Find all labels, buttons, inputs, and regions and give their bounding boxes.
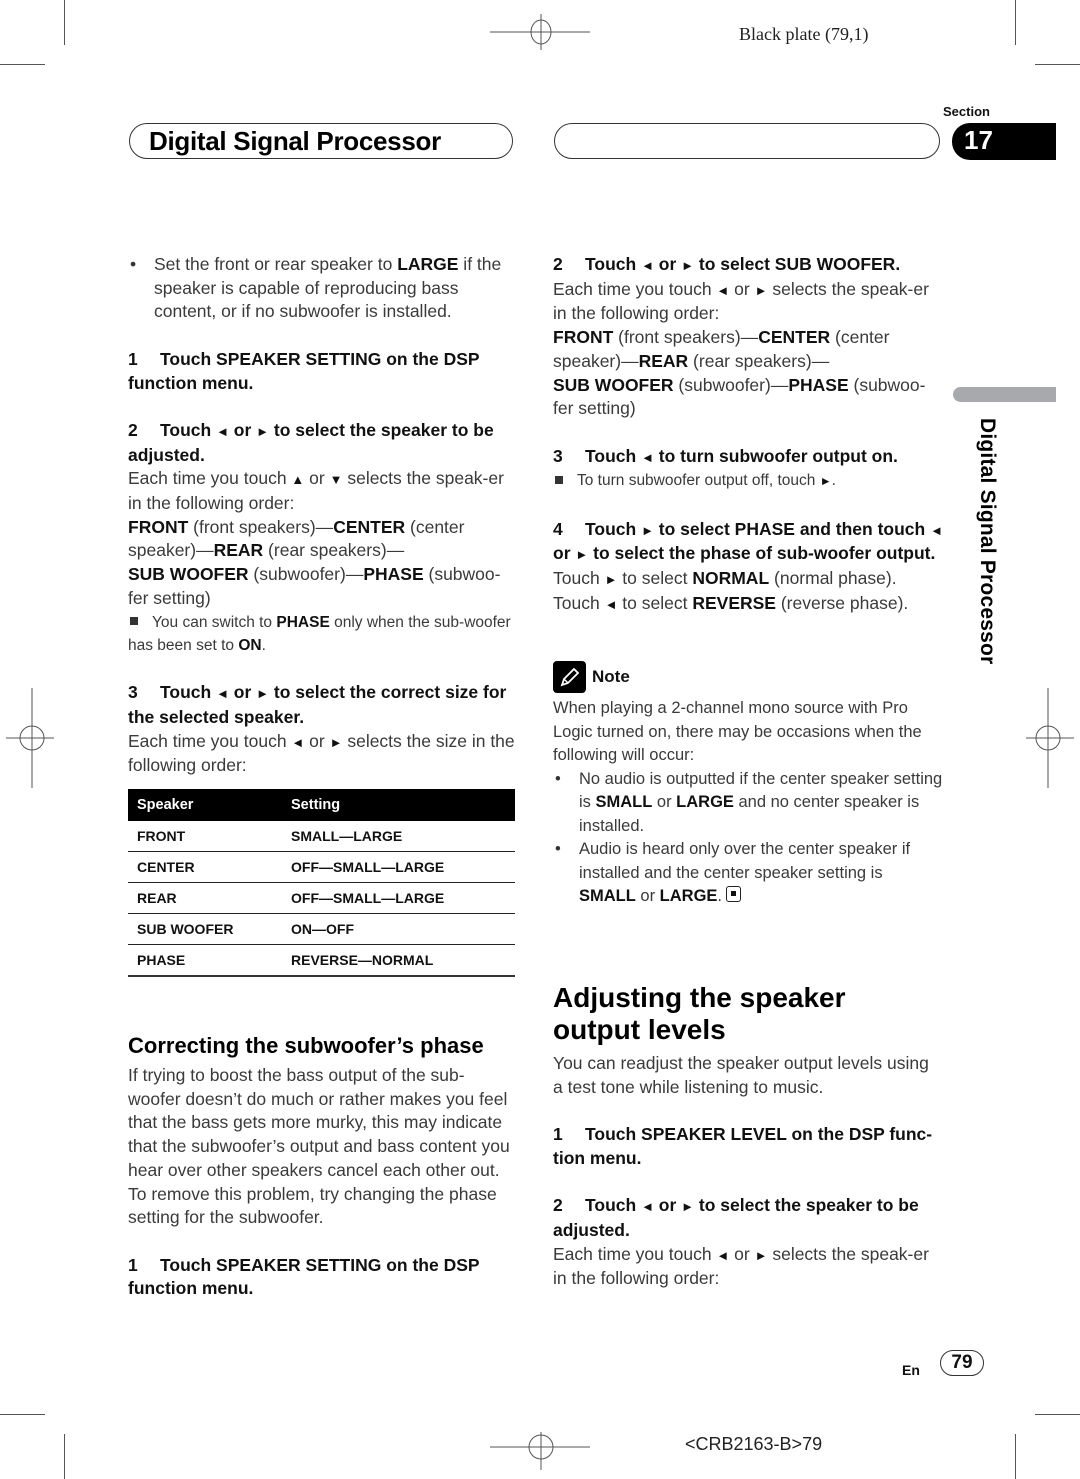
square-bullet-icon (555, 476, 563, 485)
registration-mark-left (6, 688, 54, 788)
note-bullet: Audio is heard only over the center spea… (553, 838, 943, 909)
r-step-4-normal: Touch ► to select NORMAL (normal phase). (553, 567, 897, 588)
left-arrow-icon: ◄ (216, 686, 229, 702)
job-code: <CRB2163-B>79 (685, 1434, 823, 1454)
table-row: CENTER OFF—SMALL—LARGE (128, 851, 515, 883)
column-header-speaker: Speaker (128, 789, 282, 821)
table-row: REAR OFF—SMALL—LARGE (128, 882, 515, 914)
note-bullet: No audio is outputted if the center spea… (553, 768, 943, 839)
left-arrow-icon: ◄ (716, 282, 730, 298)
left-arrow-icon: ◄ (930, 522, 943, 538)
r-speaker-order: FRONT (front speakers)—CENTER (center sp… (553, 327, 890, 371)
left-arrow-icon: ◄ (641, 449, 654, 465)
end-of-section-icon (726, 886, 742, 902)
table-row: FRONT SMALL—LARGE (128, 821, 515, 852)
r-step-3-note: To turn subwoofer output off, touch ►. (553, 469, 943, 494)
right-arrow-icon: ► (681, 1199, 695, 1215)
side-tab-title: Digital Signal Processor (976, 418, 999, 665)
right-arrow-icon: ► (256, 686, 270, 702)
left-arrow-icon: ◄ (604, 596, 618, 612)
crop-mark (1015, 1434, 1016, 1479)
section-number: 17 (964, 125, 993, 155)
phase-section-heading: Correcting the subwoofer’s phase (128, 1033, 484, 1058)
crop-mark (1035, 1414, 1080, 1415)
left-arrow-icon: ◄ (641, 258, 654, 273)
step-2-body: Each time you touch ▲ or ▼ selects the s… (128, 468, 504, 513)
right-arrow-icon: ► (256, 423, 270, 439)
right-arrow-icon: ► (754, 282, 768, 298)
chapter-title-box: Digital Signal Processor (129, 123, 513, 159)
r-step-4-reverse: Touch ◄ to select REVERSE (reverse phase… (553, 592, 909, 613)
intro-bullet: Set the front or rear speaker to LARGE i… (128, 253, 516, 324)
side-tab-bar (953, 387, 1056, 402)
note-header: Note (553, 661, 943, 693)
right-arrow-icon: ► (819, 474, 832, 489)
r-step-4-heading: 4 Touch ► to select PHASE and then touch … (553, 518, 943, 564)
up-arrow-icon: ▲ (291, 472, 305, 488)
phase-note: You can switch to PHASE only when the su… (128, 613, 511, 655)
step-3-body: Each time you touch ◄ or ► selects the s… (128, 730, 515, 776)
left-column: Set the front or rear speaker to LARGE i… (128, 253, 516, 778)
right-column: 2 Touch ◄ or ► to select SUB WOOFER. Each… (553, 253, 943, 616)
left-arrow-icon: ◄ (216, 423, 229, 439)
levels-section-heading: Adjusting the speaker output levels (553, 982, 846, 1045)
crop-mark (0, 64, 45, 65)
levels-step-1-heading: 1 Touch SPEAKER LEVEL on the DSP func-tio… (553, 1124, 933, 1168)
phase-section: Correcting the subwoofer’s phase If tryi… (128, 1032, 516, 1301)
right-arrow-icon: ► (681, 258, 695, 273)
header-empty-box (554, 123, 940, 159)
column-header-setting: Setting (282, 789, 515, 821)
crop-mark (1035, 64, 1080, 65)
registration-mark-top (490, 14, 590, 50)
r-step-2-body: Each time you touch ◄ or ► selects the s… (553, 278, 929, 324)
crop-mark (0, 1414, 45, 1415)
language-label: En (902, 1362, 920, 1378)
right-arrow-icon: ► (329, 734, 343, 750)
section-label: Section (943, 104, 990, 119)
note-label: Note (592, 667, 630, 687)
speaker-setting-table: Speaker Setting FRONT SMALL—LARGE CENTER O… (128, 789, 515, 977)
left-arrow-icon: ◄ (716, 1247, 730, 1263)
right-arrow-icon: ► (604, 571, 618, 587)
phase-section-body: If trying to boost the bass output of th… (128, 1065, 510, 1228)
r-speaker-order-2: SUB WOOFER (subwoofer)—PHASE (subwoo-fer… (553, 374, 926, 419)
levels-step-2-heading: 2 Touch ◄ or ► to select the speaker to b… (553, 1195, 919, 1240)
step-1-heading: 1 Touch SPEAKER SETTING on the DSP functi… (128, 348, 480, 393)
registration-mark-bottom (490, 1432, 590, 1470)
left-arrow-icon: ◄ (291, 734, 305, 750)
note-block: Note When playing a 2-channel mono sourc… (553, 661, 943, 909)
registration-mark-right (1026, 688, 1074, 788)
crop-mark (64, 0, 65, 45)
table-row: SUB WOOFER ON—OFF (128, 913, 515, 945)
square-bullet-icon (130, 617, 138, 626)
plate-label: Black plate (79,1) (739, 24, 869, 44)
right-arrow-icon: ► (575, 547, 589, 563)
page-number: 79 (940, 1350, 984, 1376)
right-arrow-icon: ► (754, 1247, 768, 1263)
speaker-order-2: SUB WOOFER (subwoofer)—PHASE (subwoo-fer… (128, 564, 501, 608)
phase-step-1-heading: 1 Touch SPEAKER SETTING on the DSP functi… (128, 1254, 480, 1299)
chapter-title: Digital Signal Processor (149, 126, 441, 156)
step-3-heading: 3 Touch ◄ or ► to select the correct size… (128, 682, 507, 727)
table-row: PHASE REVERSE—NORMAL (128, 944, 515, 977)
note-intro: When playing a 2-channel mono source wit… (553, 699, 922, 764)
crop-mark (1015, 0, 1016, 45)
levels-section: Adjusting the speaker output levels You … (553, 982, 943, 1291)
crop-mark (64, 1434, 65, 1479)
pencil-note-icon (553, 661, 586, 693)
step-2-heading: 2 Touch ◄ or ► to select the speaker to b… (128, 419, 494, 465)
r-step-2-heading: 2 Touch ◄ or ► to select SUB WOOFER. (553, 254, 901, 274)
levels-step-2-body: Each time you touch ◄ or ► selects the s… (553, 1243, 929, 1289)
speaker-order: FRONT (front speakers)—CENTER (center sp… (128, 516, 465, 561)
left-arrow-icon: ◄ (641, 1199, 654, 1215)
right-arrow-icon: ► (641, 522, 654, 538)
table-header-row: Speaker Setting (128, 789, 515, 821)
levels-section-body: You can readjust the speaker output leve… (553, 1053, 929, 1097)
r-step-3-heading: 3 Touch ◄ to turn subwoofer output on. (553, 445, 898, 466)
down-arrow-icon: ▼ (329, 472, 343, 488)
section-number-tab: 17 (952, 123, 1056, 160)
